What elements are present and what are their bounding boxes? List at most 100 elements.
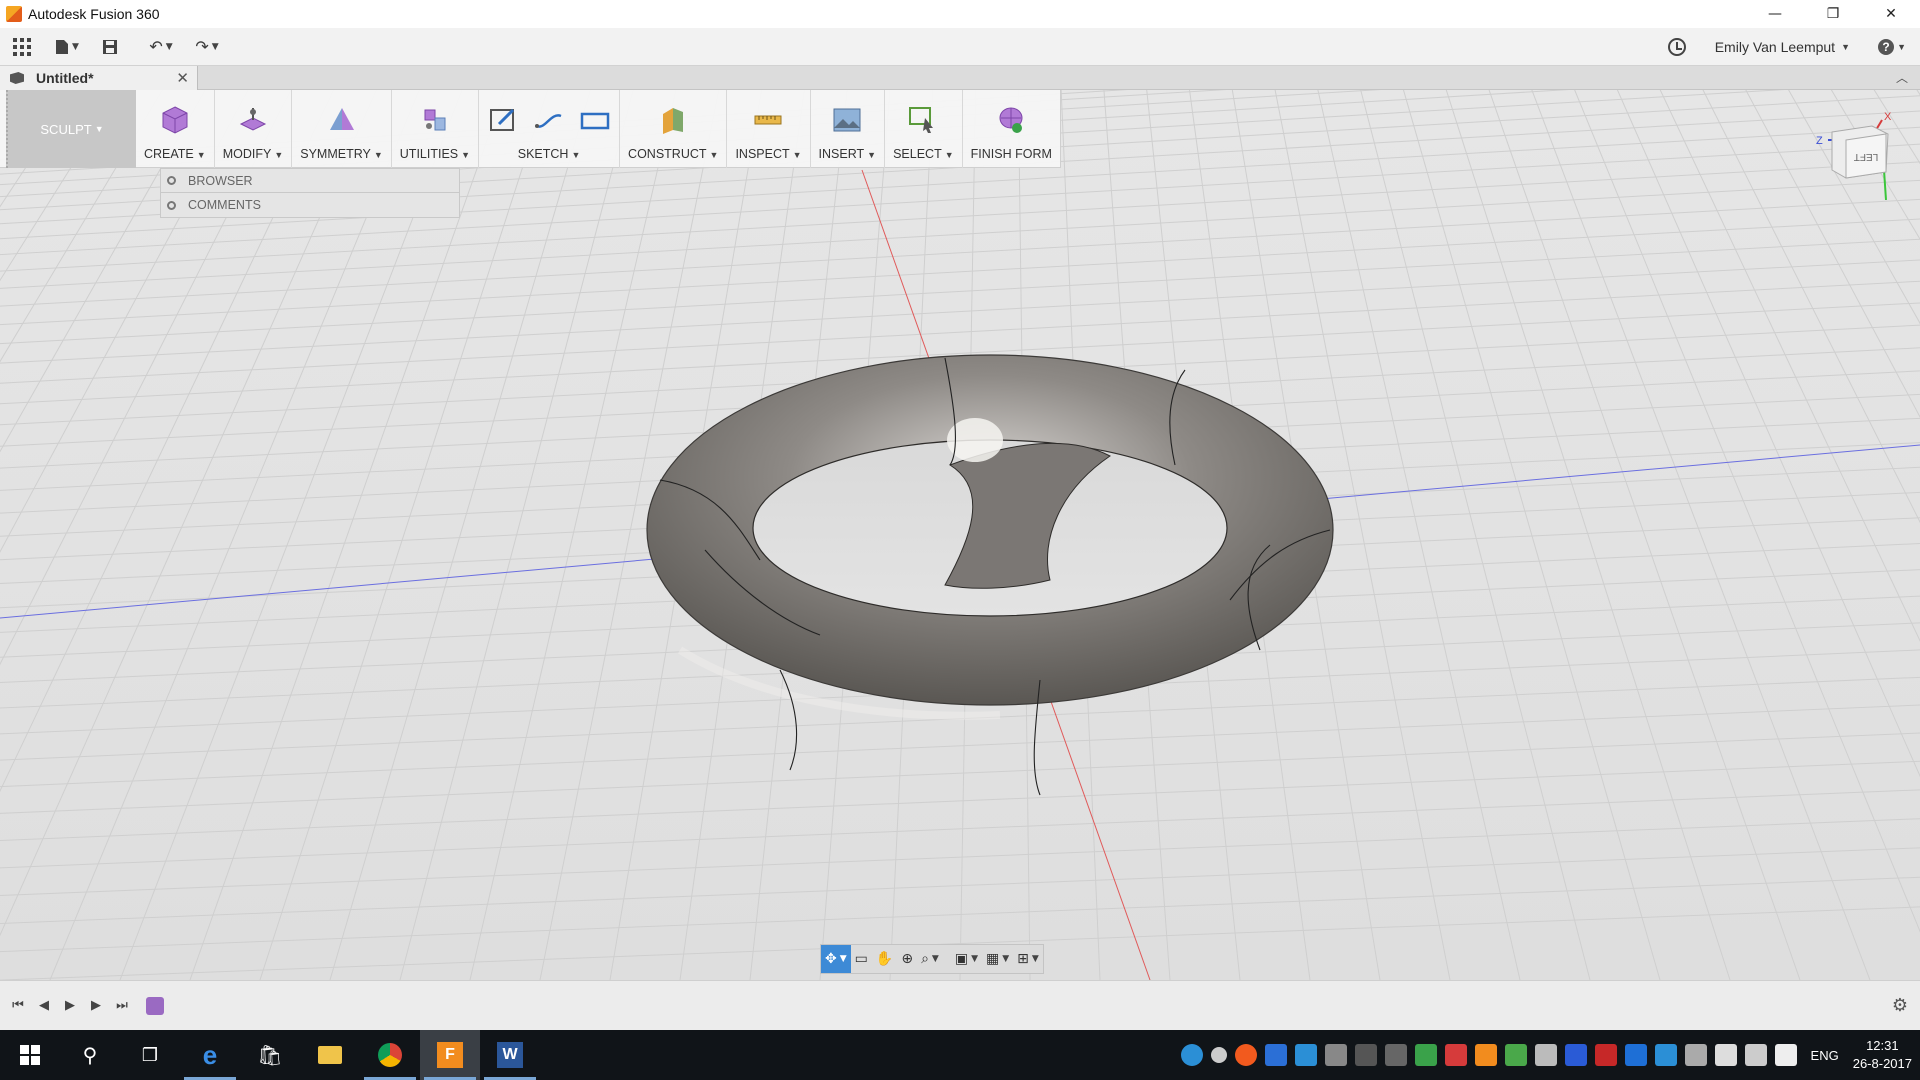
task-view-button[interactable]: ❐ — [120, 1030, 180, 1080]
timeline-first-button[interactable]: ⏮ — [6, 994, 30, 1018]
expand-browser-icon — [167, 176, 176, 185]
taskbar-chrome[interactable] — [360, 1030, 420, 1080]
redo-icon: ↷ — [195, 37, 209, 56]
timeline-last-button[interactable]: ⏭ — [110, 994, 134, 1018]
search-button[interactable]: ⚲ — [60, 1030, 120, 1080]
volume-tray-icon[interactable] — [1744, 1044, 1767, 1066]
document-name: Untitled* — [36, 70, 94, 86]
look-at-button[interactable]: ▭ — [851, 945, 872, 973]
timeline-next-button[interactable]: ▶ — [84, 994, 108, 1018]
utilities-menu[interactable]: UTILITIES ▼ — [392, 90, 480, 168]
security-tray-icon[interactable] — [1564, 1044, 1587, 1066]
insert-menu[interactable]: INSERT ▼ — [811, 90, 886, 168]
form-feature-icon[interactable] — [146, 996, 164, 1015]
modify-menu[interactable]: MODIFY ▼ — [215, 90, 293, 168]
create-sketch-icon — [490, 108, 515, 131]
select-menu[interactable]: SELECT ▼ — [885, 90, 963, 168]
x-axis-label: X — [1884, 111, 1892, 123]
wifi-tray-icon[interactable] — [1534, 1044, 1557, 1066]
pan-hand-icon: ✋ — [875, 951, 894, 967]
monitor-tray-icon[interactable] — [1684, 1044, 1707, 1066]
bluetooth-tray-icon[interactable] — [1624, 1044, 1647, 1066]
symmetry-menu[interactable]: SYMMETRY ▼ — [292, 90, 392, 168]
taskbar-edge[interactable]: e — [180, 1030, 240, 1080]
ground-grid — [0, 90, 1920, 980]
sketch-menu[interactable]: SKETCH ▼ — [479, 90, 621, 168]
redo-button[interactable]: ↷ ▼ — [184, 28, 230, 66]
title-bar: Autodesk Fusion 360 — ❐ ✕ — [0, 0, 1920, 28]
solidworks-tray-icon[interactable] — [1594, 1044, 1617, 1066]
job-status-clock-icon[interactable] — [1668, 38, 1686, 56]
orbit-button[interactable]: ✥ ▼ — [821, 945, 851, 973]
collapse-toolbar-icon[interactable]: ︿ — [1896, 69, 1908, 86]
help-support-tray-icon[interactable] — [1180, 1044, 1203, 1066]
network-share-tray-icon[interactable] — [1504, 1044, 1527, 1066]
file-menu-button[interactable]: ▼ — [44, 28, 90, 66]
undo-button[interactable]: ↶ ▼ — [138, 28, 184, 66]
t-spline-torus-body[interactable] — [646, 354, 1334, 796]
notifications-tray-icon[interactable] — [1774, 1044, 1797, 1066]
fit-button[interactable]: ⌕ ▼ — [917, 945, 943, 973]
system-tray: ENG 12:31 26-8-2017 — [1177, 1030, 1920, 1080]
zoom-button[interactable]: ⊕ — [897, 945, 917, 973]
timeline-settings-gear-icon[interactable]: ⚙ — [1892, 995, 1908, 1016]
viewcube-face-label: LEFT — [1854, 151, 1878, 162]
onedrive-tray-icon[interactable] — [1264, 1044, 1287, 1066]
modify-label: MODIFY — [222, 147, 272, 161]
acrobat-tray-icon[interactable] — [1444, 1044, 1467, 1066]
help-menu[interactable]: ? ▼ — [1878, 28, 1906, 66]
select-icon — [909, 107, 934, 133]
timeline-play-button[interactable]: ▶ — [58, 994, 82, 1018]
document-tab[interactable]: Untitled* ✕ — [0, 66, 198, 90]
word-icon: W — [497, 1042, 523, 1068]
usb-tray-icon[interactable] — [1384, 1044, 1407, 1066]
battery-tray-icon[interactable] — [1714, 1044, 1737, 1066]
autodesk-tray-icon[interactable] — [1474, 1044, 1497, 1066]
restore-button[interactable]: ❐ — [1804, 0, 1862, 28]
viewports-button[interactable]: ⊞ ▼ — [1013, 945, 1043, 973]
comments-label: COMMENTS — [188, 198, 261, 212]
close-button[interactable]: ✕ — [1862, 0, 1920, 28]
taskbar-file-explorer[interactable] — [300, 1030, 360, 1080]
grid-settings-button[interactable]: ▦ ▼ — [982, 945, 1013, 973]
create-menu[interactable]: CREATE ▼ — [136, 90, 215, 168]
taskbar-clock[interactable]: 12:31 26-8-2017 — [1853, 1037, 1912, 1073]
display-settings-icon: ▣ — [954, 951, 969, 967]
canvas-viewport[interactable] — [0, 90, 1920, 980]
app-tray-icon[interactable] — [1354, 1044, 1377, 1066]
pan-button[interactable]: ✋ — [872, 945, 897, 973]
play-icon: ▶ — [65, 998, 75, 1013]
inspect-menu[interactable]: INSPECT ▼ — [727, 90, 811, 168]
language-indicator[interactable]: ENG — [1811, 1048, 1839, 1063]
taskbar-fusion360[interactable]: F — [420, 1030, 480, 1080]
comments-panel-header[interactable]: COMMENTS — [160, 193, 460, 218]
workspace-switcher[interactable]: SCULPT ▼ — [6, 90, 136, 168]
update-tray-icon[interactable] — [1234, 1044, 1257, 1066]
sync-tray-icon[interactable] — [1414, 1044, 1437, 1066]
view-cube[interactable]: LEFT Z X — [1810, 110, 1900, 201]
timeline-previous-button[interactable]: ◀ — [32, 994, 56, 1018]
user-account-menu[interactable]: Emily Van Leemput ▼ — [1715, 28, 1850, 66]
settings-tray-icon[interactable] — [1210, 1047, 1227, 1063]
chrome-icon — [378, 1043, 402, 1067]
search-icon: ⚲ — [82, 1043, 98, 1067]
save-button[interactable] — [90, 28, 130, 66]
construct-menu[interactable]: CONSTRUCT ▼ — [620, 90, 728, 168]
folder-icon — [318, 1046, 342, 1064]
insert-image-icon — [833, 108, 861, 132]
browser-panel-header[interactable]: BROWSER — [160, 168, 460, 193]
display-settings-button[interactable]: ▣ ▼ — [951, 945, 982, 973]
zoom-window-icon: ⌕ — [921, 951, 929, 967]
clock-date: 26-8-2017 — [1852, 1056, 1912, 1071]
finish-form-button[interactable]: FINISH FORM — [963, 90, 1060, 168]
data-panel-grid-icon[interactable] — [0, 28, 44, 66]
taskbar-word[interactable]: W — [480, 1030, 540, 1080]
cloud-tray-icon[interactable] — [1324, 1044, 1347, 1066]
minimize-button[interactable]: — — [1746, 0, 1804, 28]
look-at-icon: ▭ — [854, 951, 868, 967]
dropbox-tray-icon[interactable] — [1294, 1044, 1317, 1066]
close-tab-icon[interactable]: ✕ — [176, 69, 189, 87]
taskbar-store[interactable]: 🛍 — [240, 1030, 300, 1080]
start-button[interactable] — [0, 1030, 60, 1080]
display-tray-icon[interactable] — [1654, 1044, 1677, 1066]
